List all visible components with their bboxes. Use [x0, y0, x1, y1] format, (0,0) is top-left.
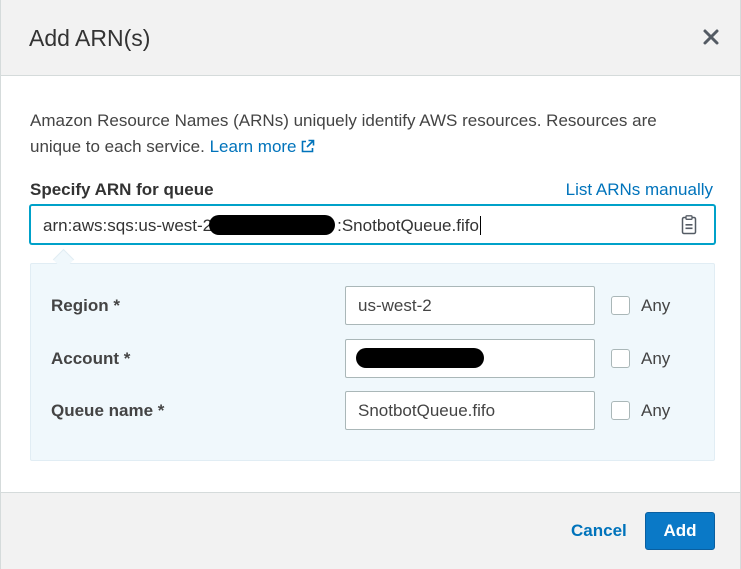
close-icon[interactable] [700, 26, 722, 48]
arn-value-prefix: arn:aws:sqs:us-west-2 [43, 216, 213, 235]
learn-more-label: Learn more [209, 137, 297, 156]
description-text: Amazon Resource Names (ARNs) uniquely id… [30, 111, 657, 156]
region-label: Region * [51, 296, 120, 315]
add-button[interactable]: Add [645, 512, 715, 550]
external-link-icon [300, 136, 315, 162]
learn-more-link[interactable]: Learn more [210, 137, 315, 156]
add-arn-dialog: Add ARN(s) Amazon Resource Names (ARNs) … [0, 0, 741, 569]
arn-input-value: arn:aws:sqs:us-west-2 :SnotbotQueue.fifo [43, 215, 481, 236]
account-any-checkbox[interactable] [611, 349, 630, 368]
queue-name-label: Queue name * [51, 401, 165, 420]
text-caret [479, 216, 481, 235]
arn-field-label: Specify ARN for queue [30, 180, 214, 199]
account-label: Account * [51, 349, 131, 368]
redacted-account-id [209, 215, 336, 235]
arn-details-panel: Region * us-west-2 Any Account * Any Que… [30, 263, 715, 461]
arn-input[interactable]: arn:aws:sqs:us-west-2 :SnotbotQueue.fifo [30, 205, 715, 244]
queue-name-any-checkbox[interactable] [611, 401, 630, 420]
dialog-description: Amazon Resource Names (ARNs) uniquely id… [30, 108, 710, 162]
dialog-header: Add ARN(s) [1, 0, 740, 76]
dialog-footer: Cancel Add [1, 492, 740, 569]
region-any-checkbox[interactable] [611, 296, 630, 315]
account-input[interactable] [345, 339, 595, 378]
region-any-label: Any [641, 296, 671, 315]
queue-name-input[interactable]: SnotbotQueue.fifo [345, 391, 595, 430]
queue-name-any-label: Any [641, 401, 671, 420]
list-arns-manually-link[interactable]: List ARNs manually [566, 180, 713, 200]
region-input[interactable]: us-west-2 [345, 286, 595, 325]
dialog-title: Add ARN(s) [29, 25, 151, 51]
clipboard-icon[interactable] [681, 215, 697, 240]
redacted-account-value [356, 348, 484, 368]
cancel-button[interactable]: Cancel [571, 521, 627, 541]
account-any-label: Any [641, 349, 671, 368]
arn-value-suffix: :SnotbotQueue.fifo [337, 216, 479, 235]
